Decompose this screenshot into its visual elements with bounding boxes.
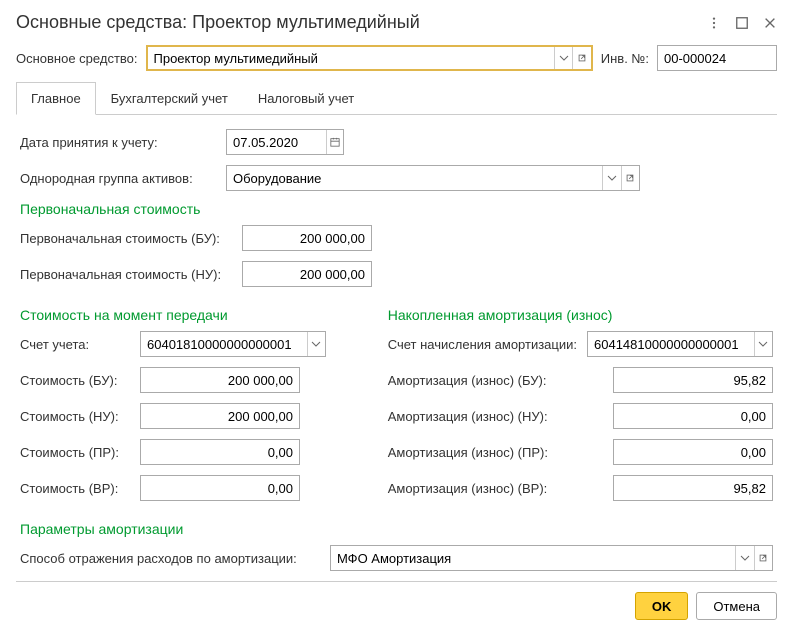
asset-input[interactable] [148, 47, 555, 69]
dropdown-icon[interactable] [307, 332, 325, 356]
inv-label: Инв. №: [601, 51, 649, 66]
section-transfer-cost: Стоимость на момент передачи [20, 307, 348, 323]
init-cost-bu-label: Первоначальная стоимость (БУ): [20, 231, 232, 246]
group-combo[interactable] [226, 165, 640, 191]
cost-pr-input[interactable] [140, 439, 300, 465]
asset-label: Основное средство: [16, 51, 138, 66]
maximize-icon[interactable] [735, 16, 749, 30]
cost-nu-input[interactable] [140, 403, 300, 429]
dropdown-icon[interactable] [554, 47, 572, 69]
date-input[interactable] [227, 130, 326, 154]
cancel-button[interactable]: Отмена [696, 592, 777, 620]
account-label: Счет учета: [20, 337, 130, 352]
more-icon[interactable] [707, 16, 721, 30]
cost-vr-label: Стоимость (ВР): [20, 481, 130, 496]
amort-account-combo[interactable] [587, 331, 773, 357]
amort-account-label: Счет начисления амортизации: [388, 337, 577, 352]
reflect-combo[interactable] [330, 545, 773, 571]
cost-nu-label: Стоимость (НУ): [20, 409, 130, 424]
group-label: Однородная группа активов: [20, 171, 216, 186]
cost-pr-label: Стоимость (ПР): [20, 445, 130, 460]
amort-vr-label: Амортизация (износ) (ВР): [388, 481, 603, 496]
inv-field[interactable] [657, 45, 777, 71]
amort-account-input[interactable] [588, 332, 754, 356]
amort-bu-label: Амортизация (износ) (БУ): [388, 373, 603, 388]
open-icon[interactable] [621, 166, 639, 190]
inv-input[interactable] [658, 46, 776, 70]
reflect-input[interactable] [331, 546, 735, 570]
section-initial-cost: Первоначальная стоимость [20, 201, 773, 217]
amort-bu-input[interactable] [613, 367, 773, 393]
dropdown-icon[interactable] [735, 546, 753, 570]
tabs: Главное Бухгалтерский учет Налоговый уче… [16, 81, 777, 115]
open-icon[interactable] [572, 47, 590, 69]
dropdown-icon[interactable] [754, 332, 772, 356]
init-cost-bu-input[interactable] [242, 225, 372, 251]
cost-vr-input[interactable] [140, 475, 300, 501]
dropdown-icon[interactable] [602, 166, 620, 190]
close-icon[interactable] [763, 16, 777, 30]
section-amortization: Накопленная амортизация (износ) [388, 307, 773, 323]
section-amort-params: Параметры амортизации [20, 521, 773, 537]
amort-vr-input[interactable] [613, 475, 773, 501]
cost-bu-input[interactable] [140, 367, 300, 393]
amort-pr-label: Амортизация (износ) (ПР): [388, 445, 603, 460]
open-icon[interactable] [754, 546, 772, 570]
ok-button[interactable]: OK [635, 592, 689, 620]
tab-tax[interactable]: Налоговый учет [243, 82, 369, 115]
account-combo[interactable] [140, 331, 326, 357]
tab-accounting[interactable]: Бухгалтерский учет [96, 82, 243, 115]
amort-nu-label: Амортизация (износ) (НУ): [388, 409, 603, 424]
tab-main[interactable]: Главное [16, 82, 96, 115]
init-cost-nu-label: Первоначальная стоимость (НУ): [20, 267, 232, 282]
reflect-label: Способ отражения расходов по амортизации… [20, 551, 320, 566]
group-input[interactable] [227, 166, 602, 190]
asset-combo[interactable] [146, 45, 593, 71]
calendar-icon[interactable] [326, 130, 343, 154]
amort-pr-input[interactable] [613, 439, 773, 465]
init-cost-nu-input[interactable] [242, 261, 372, 287]
date-label: Дата принятия к учету: [20, 135, 216, 150]
amort-nu-input[interactable] [613, 403, 773, 429]
page-title: Основные средства: Проектор мультимедийн… [16, 12, 420, 33]
cost-bu-label: Стоимость (БУ): [20, 373, 130, 388]
account-input[interactable] [141, 332, 307, 356]
date-field[interactable] [226, 129, 344, 155]
